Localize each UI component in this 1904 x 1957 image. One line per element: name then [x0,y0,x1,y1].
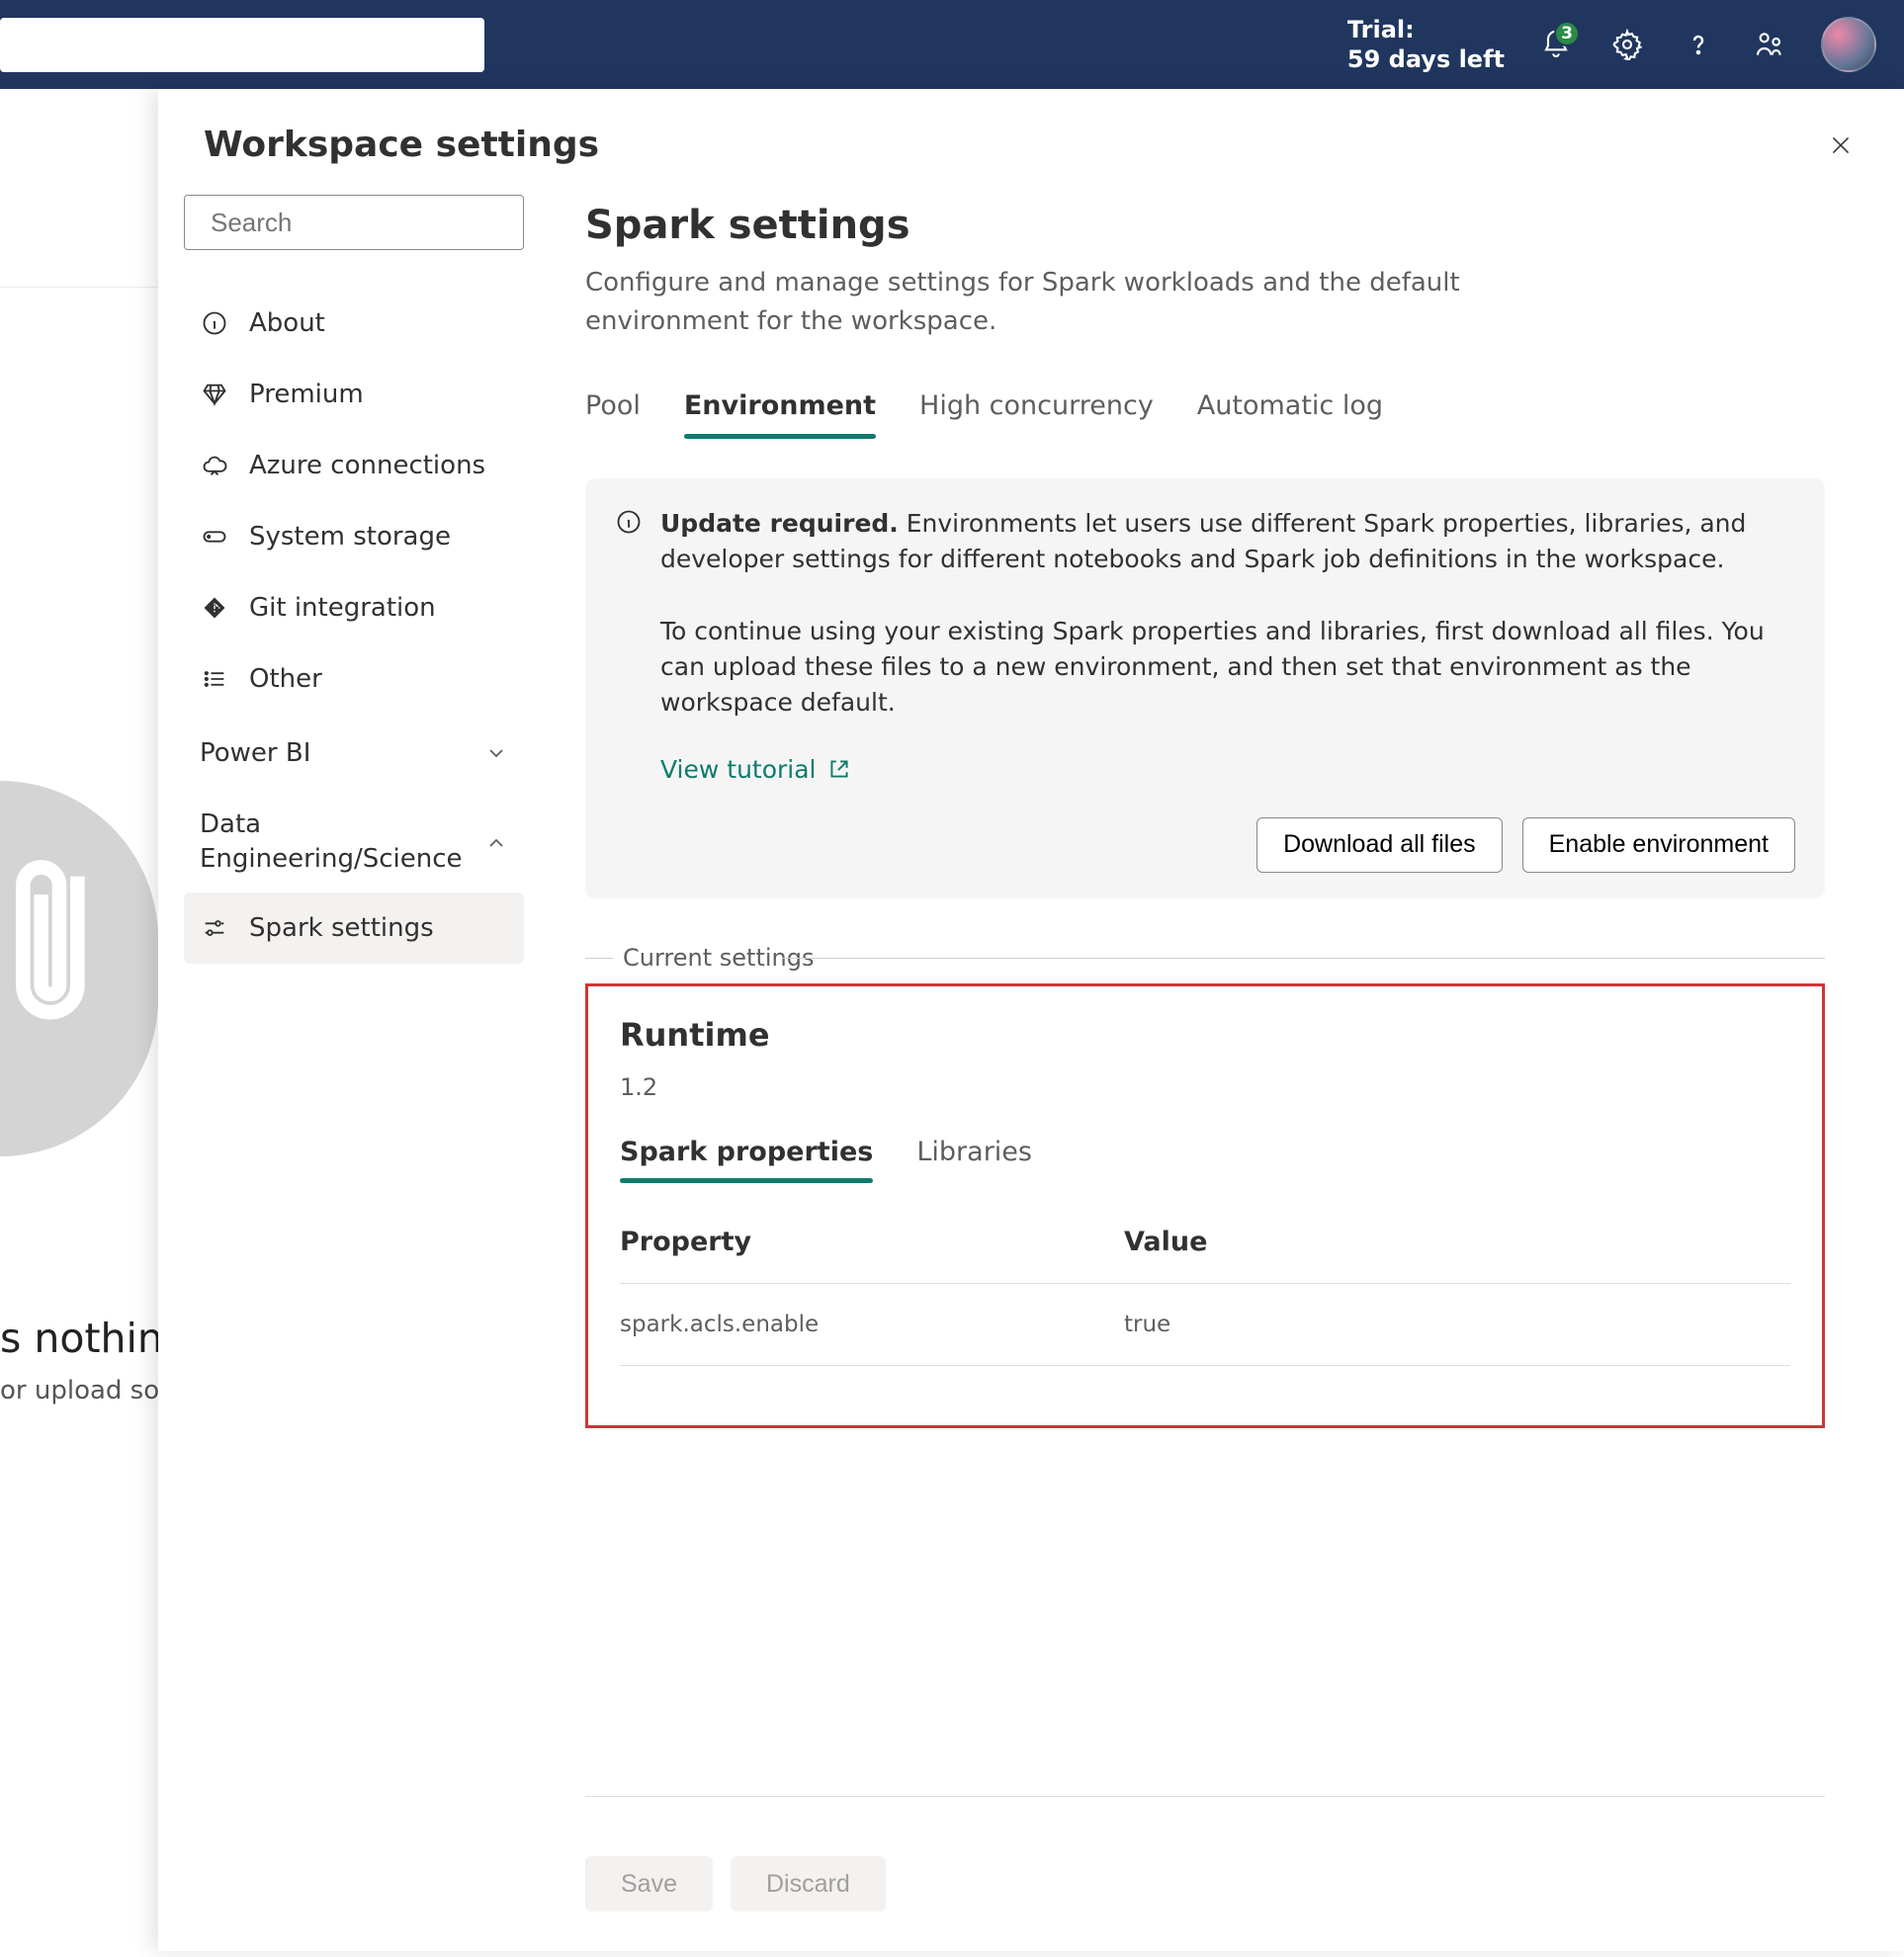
sidebar-item-storage[interactable]: System storage [184,501,524,572]
table-row: spark.acls.enable true [620,1284,1790,1366]
sidebar-item-other[interactable]: Other [184,643,524,715]
sidebar-item-azure[interactable]: Azure connections [184,430,524,501]
settings-sidebar: About Premium Azure connections System s… [158,181,550,1951]
page-description: Configure and manage settings for Spark … [585,264,1554,341]
sliders-icon [200,913,229,943]
sidebar-item-label: Git integration [249,593,436,623]
storage-icon [200,522,229,552]
runtime-title: Runtime [620,1016,1790,1054]
runtime-subtabs: Spark properties Libraries [620,1137,1790,1183]
sidebar-item-git[interactable]: Git integration [184,572,524,643]
tab-pool[interactable]: Pool [585,390,641,439]
update-notice: Update required. Environments let users … [585,478,1825,898]
sidebar-item-about[interactable]: About [184,288,524,359]
tab-automatic-log[interactable]: Automatic log [1197,390,1383,439]
cloud-icon [200,451,229,480]
view-tutorial-link[interactable]: View tutorial [660,755,1795,784]
notice-p2: To continue using your existing Spark pr… [660,617,1765,718]
page-title: Spark settings [585,203,1825,248]
empty-state-graphic [0,781,158,1156]
tab-environment[interactable]: Environment [684,390,876,439]
settings-search[interactable] [184,195,524,250]
group-label: Power BI [200,738,310,768]
chevron-down-icon [484,741,508,765]
link-label: View tutorial [660,755,817,784]
info-icon [615,508,643,536]
notice-text: Update required. Environments let users … [660,506,1795,722]
panel-title: Workspace settings [204,125,599,165]
sidebar-item-label: System storage [249,522,451,552]
app-header: Trial: 59 days left 3 [0,0,1904,89]
cell-value: true [1124,1312,1790,1337]
col-header-value: Value [1124,1227,1790,1257]
paperclip-icon [0,840,119,1062]
feedback-icon[interactable] [1750,25,1789,64]
diamond-icon [200,380,229,409]
current-settings-legend: Current settings [585,944,1825,978]
enable-environment-button[interactable]: Enable environment [1522,817,1795,873]
col-header-property: Property [620,1227,1124,1257]
sidebar-item-label: Other [249,664,322,694]
trial-line2: 59 days left [1347,44,1505,74]
cell-property: spark.acls.enable [620,1312,1124,1337]
settings-main: Spark settings Configure and manage sett… [550,181,1904,1951]
sidebar-item-premium[interactable]: Premium [184,359,524,430]
subtab-spark-properties[interactable]: Spark properties [620,1137,873,1183]
download-all-files-button[interactable]: Download all files [1256,817,1503,873]
sidebar-item-label: About [249,308,325,338]
footer-actions: Save Discard [585,1796,1825,1912]
trial-status[interactable]: Trial: 59 days left [1347,15,1505,74]
save-button: Save [585,1856,713,1912]
chevron-up-icon [484,830,508,854]
settings-search-input[interactable] [209,207,544,239]
close-button[interactable] [1823,128,1859,163]
upload-dropzone[interactable] [0,1730,148,1957]
list-icon [200,664,229,694]
user-avatar[interactable] [1821,17,1876,72]
notifications-icon[interactable]: 3 [1536,25,1576,64]
sidebar-group-powerbi[interactable]: Power BI [184,715,524,784]
group-label: Data Engineering/Science [200,808,447,877]
global-search-input[interactable] [0,18,484,72]
sidebar-item-label: Premium [249,380,364,409]
properties-table: Property Value spark.acls.enable true [620,1227,1790,1366]
runtime-highlight-box: Runtime 1.2 Spark properties Libraries P… [585,983,1825,1428]
sidebar-item-spark-settings[interactable]: Spark settings [184,893,524,964]
workspace-settings-panel: Workspace settings About Premium [158,89,1904,1951]
settings-gear-icon[interactable] [1607,25,1647,64]
sidebar-group-data-engineering[interactable]: Data Engineering/Science [184,784,524,893]
info-icon [200,308,229,338]
main-tabs: Pool Environment High concurrency Automa… [585,390,1825,439]
sidebar-item-label: Azure connections [249,451,485,480]
sidebar-item-label: Spark settings [249,913,434,943]
external-link-icon [826,756,852,782]
tab-high-concurrency[interactable]: High concurrency [919,390,1154,439]
git-icon [200,593,229,623]
notification-badge: 3 [1554,21,1580,46]
trial-line1: Trial: [1347,15,1505,44]
help-icon[interactable] [1679,25,1718,64]
discard-button: Discard [731,1856,886,1912]
empty-state-subtitle: or upload som [0,1376,184,1405]
runtime-version: 1.2 [620,1073,1790,1101]
subtab-libraries[interactable]: Libraries [916,1137,1032,1183]
notice-bold: Update required. [660,509,899,538]
